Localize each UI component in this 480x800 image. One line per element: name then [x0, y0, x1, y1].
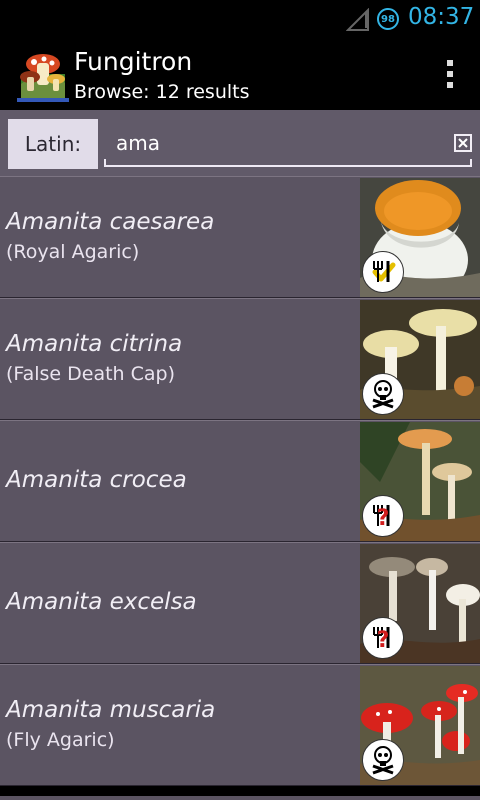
latin-name: Amanita muscaria	[6, 696, 216, 723]
svg-text:?: ?	[377, 506, 390, 531]
list-item[interactable]: Amanita muscaria (Fly Agaric)	[0, 664, 480, 786]
overflow-menu-button[interactable]	[428, 48, 472, 100]
list-item-text: Amanita muscaria (Fly Agaric)	[6, 665, 350, 785]
list-item-text: Amanita excelsa	[6, 543, 350, 663]
app-logo-icon	[17, 54, 69, 102]
close-icon	[458, 138, 468, 148]
menu-dot-icon	[447, 60, 453, 66]
common-name: (False Death Cap)	[6, 363, 176, 386]
search-input[interactable]	[104, 120, 434, 166]
results-count: Browse: 12 results	[74, 81, 250, 103]
list-item-text: Amanita citrina (False Death Cap)	[6, 299, 350, 419]
common-name: (Royal Agaric)	[6, 241, 140, 264]
unknown-edibility-badge: ?	[362, 495, 404, 537]
clock: 08:37	[408, 4, 475, 30]
list-item[interactable]: Amanita crocea ?	[0, 420, 480, 542]
latin-name: Amanita excelsa	[6, 589, 197, 616]
signal-icon	[346, 8, 369, 31]
poison-badge	[362, 373, 404, 415]
edible-icon	[372, 261, 396, 282]
status-bar: 98 08:37	[0, 0, 480, 38]
latin-name: Amanita crocea	[6, 467, 187, 494]
list-item[interactable]: Amanita caesarea (Royal Agaric)	[0, 176, 480, 298]
poison-icon	[372, 746, 394, 775]
list-item-text: Amanita crocea	[6, 421, 350, 541]
edible-badge	[362, 251, 404, 293]
latin-name: Amanita caesarea	[6, 208, 215, 235]
results-list: Amanita caesarea (Royal Agaric) Amanita …	[0, 176, 480, 800]
list-item[interactable]: Amanita citrina (False Death Cap)	[0, 298, 480, 420]
poison-icon	[372, 380, 394, 409]
menu-dot-icon	[447, 82, 453, 88]
input-underline	[104, 159, 472, 167]
clear-search-button[interactable]	[454, 134, 472, 152]
common-name: (Fly Agaric)	[6, 729, 115, 752]
battery-badge: 98	[377, 8, 399, 30]
next-list-item-edge	[0, 796, 480, 800]
menu-dot-icon	[447, 71, 453, 77]
latin-filter-button[interactable]: Latin:	[8, 119, 98, 169]
unknown-edibility-badge: ?	[362, 617, 404, 659]
list-item[interactable]: Amanita excelsa ?	[0, 542, 480, 664]
search-bar: Latin:	[0, 110, 480, 176]
poison-badge	[362, 739, 404, 781]
app-title: Fungitron	[74, 47, 193, 76]
unknown-edibility-icon: ?	[373, 505, 390, 531]
list-item-text: Amanita caesarea (Royal Agaric)	[6, 177, 350, 297]
svg-text:?: ?	[377, 628, 390, 653]
action-bar: Fungitron Browse: 12 results	[0, 38, 480, 110]
latin-name: Amanita citrina	[6, 330, 183, 357]
unknown-edibility-icon: ?	[373, 627, 390, 653]
